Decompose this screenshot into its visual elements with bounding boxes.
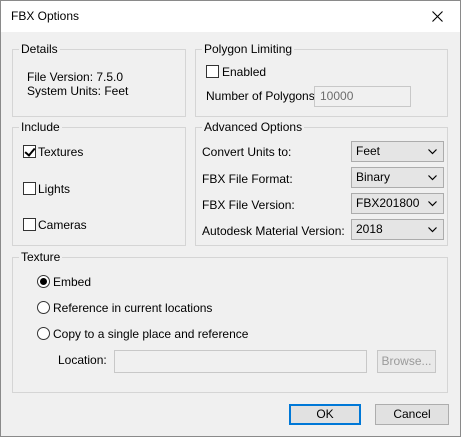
reference-current-radio[interactable] [37, 301, 50, 314]
details-legend: Details [19, 42, 60, 56]
fbx-file-format-value: Binary [356, 170, 391, 184]
material-version-label: Autodesk Material Version: [202, 224, 345, 238]
window-title: FBX Options [11, 9, 80, 23]
fbx-file-version-select[interactable]: FBX201800 [351, 193, 444, 214]
polygon-limiting-group: Polygon Limiting Enabled Number of Polyg… [195, 42, 448, 117]
copy-single-place-label: Copy to a single place and reference [53, 327, 249, 341]
polygon-limiting-legend: Polygon Limiting [202, 42, 295, 56]
close-button[interactable] [414, 1, 460, 32]
convert-units-label: Convert Units to: [202, 145, 292, 159]
number-of-polygons-input[interactable]: 10000 [314, 86, 411, 107]
reference-current-label: Reference in current locations [53, 301, 213, 315]
title-bar: FBX Options [1, 1, 460, 32]
cameras-checkbox[interactable] [23, 218, 36, 231]
include-group: Include Textures Lights Cameras [12, 120, 186, 246]
fbx-file-version-value: FBX201800 [356, 196, 420, 210]
fbx-options-dialog: FBX Options Details File Version: 7.5.0 … [0, 0, 461, 437]
fbx-file-format-label: FBX File Format: [202, 172, 293, 186]
textures-label: Textures [38, 145, 84, 159]
fbx-file-format-select[interactable]: Binary [351, 167, 444, 188]
convert-units-value: Feet [356, 144, 381, 158]
lights-label: Lights [38, 182, 71, 196]
copy-single-place-radio[interactable] [37, 327, 50, 340]
ok-button[interactable]: OK [289, 404, 361, 425]
chevron-down-icon [428, 201, 437, 207]
cancel-button[interactable]: Cancel [375, 404, 449, 425]
chevron-down-icon [428, 227, 437, 233]
browse-button[interactable]: Browse... [377, 350, 436, 373]
convert-units-select[interactable]: Feet [351, 141, 444, 162]
embed-radio[interactable] [37, 275, 50, 288]
include-legend: Include [19, 120, 62, 134]
chevron-down-icon [428, 175, 437, 181]
chevron-down-icon [428, 149, 437, 155]
details-group: Details File Version: 7.5.0 System Units… [12, 42, 186, 117]
texture-group: Texture Embed Reference in current locat… [12, 250, 448, 393]
texture-legend: Texture [19, 250, 63, 264]
cameras-label: Cameras [38, 218, 87, 232]
material-version-select[interactable]: 2018 [351, 219, 444, 240]
system-units-text: System Units: Feet [27, 84, 129, 98]
close-icon [431, 11, 443, 22]
advanced-options-legend: Advanced Options [202, 120, 305, 134]
polygon-enabled-checkbox[interactable] [206, 65, 219, 78]
file-version-text: File Version: 7.5.0 [27, 70, 124, 84]
fbx-file-version-label: FBX File Version: [202, 198, 295, 212]
polygon-enabled-label: Enabled [222, 65, 267, 79]
material-version-value: 2018 [356, 222, 383, 236]
textures-checkbox[interactable] [23, 145, 36, 158]
lights-checkbox[interactable] [23, 182, 36, 195]
advanced-options-group: Advanced Options Convert Units to: Feet … [195, 120, 448, 246]
embed-label: Embed [53, 275, 92, 289]
number-of-polygons-label: Number of Polygons: [206, 89, 319, 103]
location-input[interactable] [114, 350, 367, 373]
location-label: Location: [58, 353, 107, 367]
